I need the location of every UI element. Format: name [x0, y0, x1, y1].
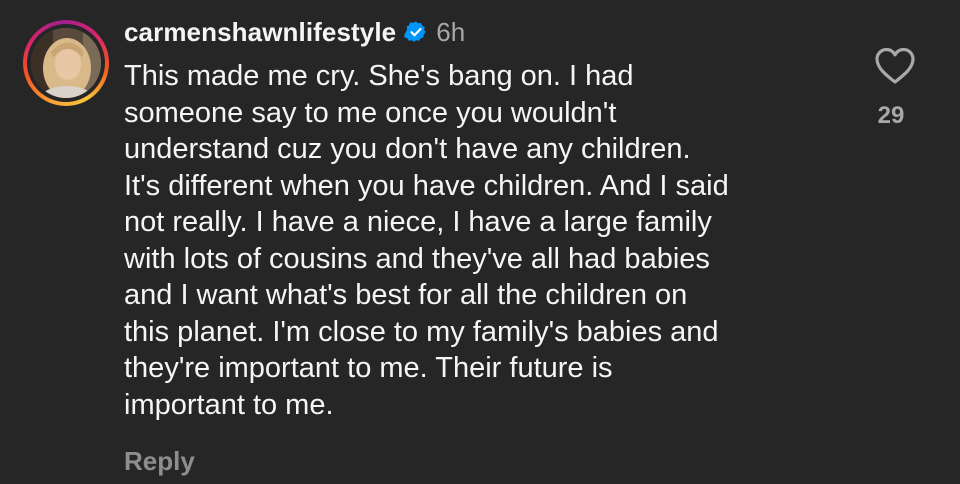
- username-link[interactable]: carmenshawnlifestyle: [124, 17, 396, 48]
- avatar[interactable]: [31, 28, 101, 98]
- like-count: 29: [877, 102, 905, 129]
- verified-badge-icon: [404, 20, 428, 44]
- avatar-story-ring[interactable]: [23, 20, 109, 106]
- comment-item: carmenshawnlifestyle 6h This made me cry…: [0, 0, 960, 484]
- timestamp: 6h: [436, 16, 466, 47]
- comment-header: carmenshawnlifestyle 6h: [124, 14, 465, 50]
- heart-outline-icon[interactable]: [874, 46, 916, 86]
- comment-text: This made me cry. She's bang on. I had s…: [124, 60, 729, 421]
- reply-button[interactable]: Reply: [124, 446, 195, 477]
